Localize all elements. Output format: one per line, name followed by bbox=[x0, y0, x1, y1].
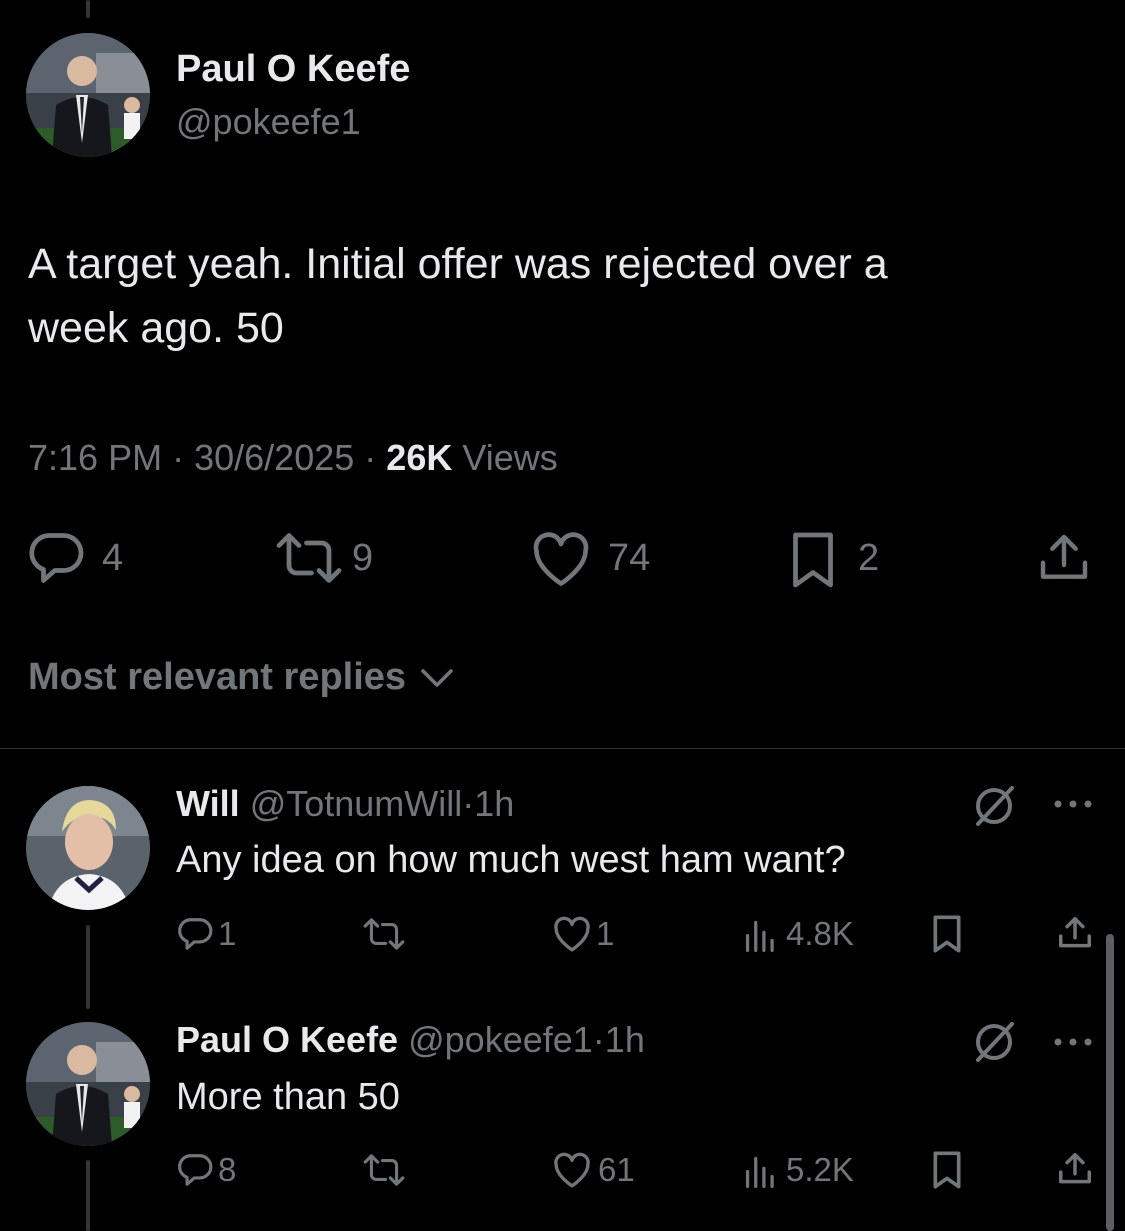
like-count: 74 bbox=[608, 537, 651, 579]
share-icon[interactable] bbox=[1036, 530, 1092, 586]
thread-connector bbox=[86, 1160, 90, 1231]
more-options-icon[interactable] bbox=[1050, 1032, 1096, 1052]
reply-header: Paul O Keefe @pokeefe1·1h bbox=[176, 1018, 645, 1062]
tweet-meta: 7:16 PM · 30/6/2025 · 26K Views bbox=[28, 436, 558, 480]
repost-icon[interactable] bbox=[362, 918, 406, 950]
views-label: Views bbox=[462, 437, 558, 478]
reply-avatar[interactable] bbox=[26, 786, 150, 910]
tweet-text: A target yeah. Initial offer was rejecte… bbox=[28, 232, 1088, 360]
reply-author-name[interactable]: Paul O Keefe bbox=[176, 1019, 398, 1060]
thread-connector-top bbox=[86, 0, 90, 18]
bookmark-icon[interactable] bbox=[930, 1150, 964, 1190]
repost-count: 9 bbox=[352, 537, 374, 579]
reply-text: Any idea on how much west ham want? bbox=[176, 839, 846, 881]
reply-count: 4 bbox=[102, 537, 124, 579]
reply-author-name[interactable]: Will bbox=[176, 783, 240, 824]
replies-sort-selector[interactable]: Most relevant replies bbox=[28, 654, 457, 700]
grok-icon[interactable] bbox=[970, 782, 1018, 830]
bookmark-count: 2 bbox=[858, 537, 880, 579]
reply-count: 8 bbox=[218, 1151, 237, 1188]
reply-count: 1 bbox=[218, 915, 237, 952]
analytics-icon[interactable] bbox=[742, 1152, 776, 1188]
separator: · bbox=[462, 783, 475, 824]
views-count: 4.8K bbox=[786, 915, 854, 952]
separator: · bbox=[172, 437, 185, 478]
bookmark-icon[interactable] bbox=[930, 914, 964, 954]
reply-author-handle[interactable]: @TotnumWill bbox=[250, 783, 463, 824]
chevron-down-icon bbox=[417, 664, 457, 694]
like-count: 1 bbox=[596, 915, 615, 952]
tweet-date[interactable]: 30/6/2025 bbox=[194, 437, 354, 478]
repost-icon[interactable] bbox=[362, 1154, 406, 1186]
like-icon[interactable] bbox=[552, 1151, 592, 1189]
views-count: 5.2K bbox=[786, 1151, 854, 1188]
share-icon[interactable] bbox=[1056, 1150, 1094, 1188]
repost-icon[interactable] bbox=[274, 532, 344, 584]
reply-author-handle[interactable]: @pokeefe1 bbox=[408, 1019, 593, 1060]
scrollbar-thumb[interactable] bbox=[1106, 934, 1114, 1231]
tweet-text-line: A target yeah. Initial offer was rejecte… bbox=[28, 240, 888, 288]
grok-icon[interactable] bbox=[970, 1018, 1018, 1066]
thread-connector bbox=[86, 925, 90, 1009]
tweet-time[interactable]: 7:16 PM bbox=[28, 437, 162, 478]
views-count: 26K bbox=[386, 437, 453, 478]
reply-icon[interactable] bbox=[176, 916, 214, 952]
reply-time[interactable]: 1h bbox=[474, 783, 514, 824]
reply-header: Will @TotnumWill·1h bbox=[176, 782, 514, 826]
separator: · bbox=[364, 437, 377, 478]
reply-icon[interactable] bbox=[26, 530, 86, 586]
author-name[interactable]: Paul O Keefe bbox=[176, 46, 410, 92]
tweet-text-line: week ago. 50 bbox=[28, 304, 284, 352]
share-icon[interactable] bbox=[1056, 914, 1094, 952]
reply-time[interactable]: 1h bbox=[605, 1019, 645, 1060]
author-handle[interactable]: @pokeefe1 bbox=[176, 100, 361, 144]
reply-text: More than 50 bbox=[176, 1076, 400, 1118]
divider bbox=[0, 748, 1125, 749]
like-icon[interactable] bbox=[552, 915, 592, 953]
separator: · bbox=[592, 1019, 605, 1060]
analytics-icon[interactable] bbox=[742, 916, 776, 952]
replies-sort-label: Most relevant replies bbox=[28, 656, 407, 698]
like-icon[interactable] bbox=[530, 530, 592, 588]
reply-avatar[interactable] bbox=[26, 1022, 150, 1146]
reply-icon[interactable] bbox=[176, 1152, 214, 1188]
bookmark-icon[interactable] bbox=[788, 530, 838, 590]
like-count: 61 bbox=[598, 1151, 635, 1188]
more-options-icon[interactable] bbox=[1050, 794, 1096, 814]
author-avatar[interactable] bbox=[26, 33, 150, 157]
